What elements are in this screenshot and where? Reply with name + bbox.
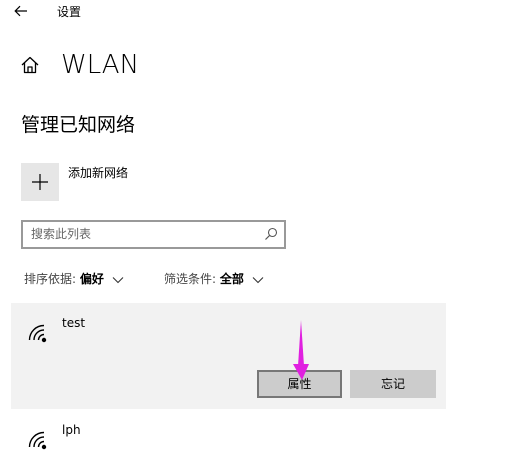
search-input[interactable]: [31, 225, 251, 243]
add-network-button[interactable]: [21, 163, 59, 201]
network-name: test: [62, 316, 86, 330]
search-field[interactable]: [21, 220, 286, 249]
sort-label: 排序依据:: [24, 272, 77, 286]
wifi-icon: [28, 431, 47, 450]
search-icon[interactable]: [264, 227, 278, 241]
section-title: 管理已知网络: [21, 114, 136, 136]
network-name: lph: [62, 423, 81, 437]
filter-dropdown[interactable]: 筛选条件: 全部: [164, 270, 264, 288]
back-button[interactable]: [10, 2, 32, 22]
filter-value: 全部: [219, 272, 244, 286]
chevron-down-icon: [112, 276, 124, 283]
sort-value: 偏好: [79, 272, 104, 286]
sort-dropdown[interactable]: 排序依据: 偏好: [24, 270, 124, 288]
settings-window: 设置 WLAN 管理已知网络 添加新网络 排序依据: 偏好 筛选条件: 全部: [0, 0, 507, 461]
home-icon: [21, 56, 39, 74]
network-item-test[interactable]: test 属性 忘记: [11, 303, 446, 409]
properties-button[interactable]: 属性: [257, 370, 342, 398]
filter-label: 筛选条件:: [164, 272, 217, 286]
page-title: WLAN: [61, 50, 140, 80]
chevron-down-icon: [252, 276, 264, 283]
window-title: 设置: [57, 5, 82, 19]
network-item-lph[interactable]: lph: [11, 415, 446, 461]
add-network-label[interactable]: 添加新网络: [68, 165, 128, 181]
plus-icon: [32, 174, 48, 190]
back-arrow-icon: [14, 5, 27, 17]
forget-button[interactable]: 忘记: [350, 370, 436, 398]
wifi-icon: [28, 324, 47, 343]
